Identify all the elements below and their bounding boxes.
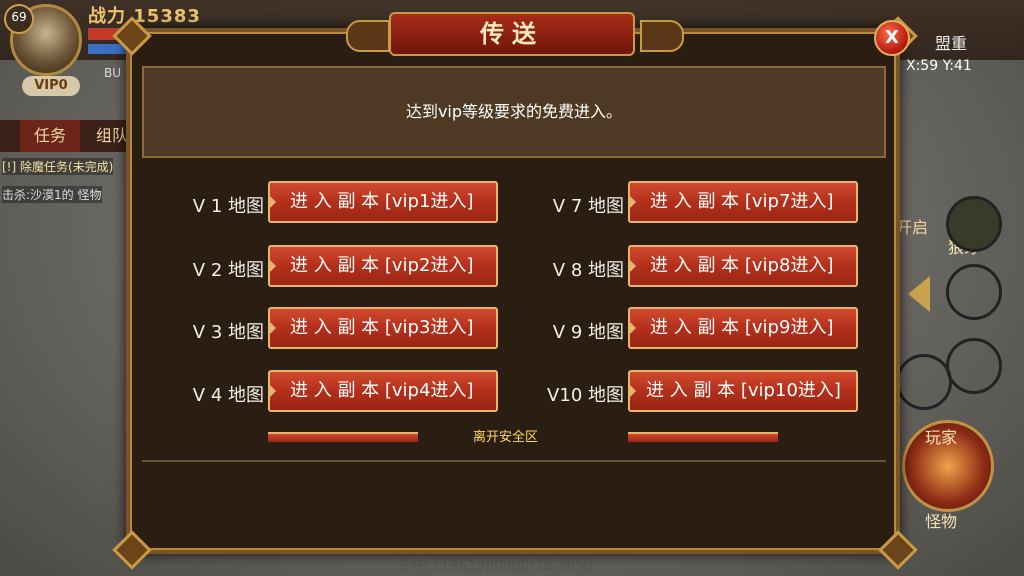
open-button[interactable]: 开启 bbox=[896, 214, 928, 238]
left-arrow-icon[interactable] bbox=[908, 276, 930, 312]
dialog-title: 传送 bbox=[389, 12, 635, 56]
map-label-v2: V 2 地图 bbox=[192, 260, 264, 281]
exp-readout: EXP:11951900000(18.28%) bbox=[400, 558, 594, 574]
chevron-right-icon bbox=[628, 258, 636, 274]
combat-power: 战力 15383 bbox=[88, 6, 201, 27]
enter-dungeon-vip7-button[interactable]: 进 入 副 本 [vip7进入] bbox=[628, 181, 858, 223]
enter-dungeon-vip9-button[interactable]: 进 入 副 本 [vip9进入] bbox=[628, 307, 858, 349]
map-label-v3: V 3 地图 bbox=[192, 322, 264, 343]
target-monster-label[interactable]: 怪物 bbox=[925, 508, 957, 532]
map-name: 盟重 bbox=[935, 34, 968, 53]
chevron-right-icon bbox=[628, 194, 636, 210]
enter-dungeon-vip3-button[interactable]: 进 入 副 本 [vip3进入] bbox=[268, 307, 498, 349]
enter-dungeon-partial-button-right[interactable] bbox=[628, 432, 778, 442]
notice-text: 达到vip等级要求的免费进入。 bbox=[405, 102, 623, 121]
enter-dungeon-vip1-button[interactable]: 进 入 副 本 [vip1进入] bbox=[268, 181, 498, 223]
map-label-v10: V10 地图 bbox=[547, 385, 624, 406]
chevron-right-icon bbox=[268, 194, 276, 210]
chevron-right-icon bbox=[628, 383, 636, 399]
title-ornament-left bbox=[346, 20, 390, 52]
enter-dungeon-vip2-button[interactable]: 进 入 副 本 [vip2进入] bbox=[268, 245, 498, 287]
skill-slot-3[interactable] bbox=[946, 338, 1002, 394]
map-label-v9: V 9 地图 bbox=[552, 322, 624, 343]
map-label-v8: V 8 地图 bbox=[552, 260, 624, 281]
skill-slot-4[interactable] bbox=[896, 354, 952, 410]
enter-dungeon-vip4-button[interactable]: 进 入 副 本 [vip4进入] bbox=[268, 370, 498, 412]
divider bbox=[142, 460, 886, 462]
tab-team[interactable]: 组队 bbox=[96, 120, 128, 152]
vip-badge[interactable]: VIP0 bbox=[22, 76, 80, 96]
leave-safe-zone-link[interactable]: 离开安全区 bbox=[473, 426, 538, 445]
chevron-right-icon bbox=[268, 383, 276, 399]
chevron-right-icon bbox=[268, 320, 276, 336]
chevron-right-icon bbox=[628, 320, 636, 336]
map-label-v4: V 4 地图 bbox=[192, 385, 264, 406]
enter-dungeon-vip8-button[interactable]: 进 入 副 本 [vip8进入] bbox=[628, 245, 858, 287]
coordinates: X:59 Y:41 bbox=[906, 58, 972, 74]
quest-line-1[interactable]: [!] 除魔任务(未完成) bbox=[2, 158, 114, 175]
map-label-v1: V 1 地图 bbox=[192, 196, 264, 217]
skill-slot-2[interactable] bbox=[946, 264, 1002, 320]
map-label-v7: V 7 地图 bbox=[552, 196, 624, 217]
tab-task[interactable]: 任务 bbox=[20, 120, 80, 152]
skill-slot-1[interactable] bbox=[946, 196, 1002, 252]
close-icon[interactable]: X bbox=[874, 20, 910, 56]
notice-box: 达到vip等级要求的免费进入。 bbox=[142, 66, 886, 158]
enter-dungeon-vip10-button[interactable]: 进 入 副 本 [vip10进入] bbox=[628, 370, 858, 412]
level-badge: 69 bbox=[4, 4, 34, 34]
buff-label: BU bbox=[104, 66, 122, 80]
title-ornament-right bbox=[640, 20, 684, 52]
quest-line-2[interactable]: 击杀:沙漠1的 怪物 bbox=[2, 186, 102, 203]
enter-dungeon-partial-button-left[interactable] bbox=[268, 432, 418, 442]
target-player-label[interactable]: 玩家 bbox=[925, 424, 957, 448]
side-tabs: 任务 组队 bbox=[0, 120, 130, 152]
chevron-right-icon bbox=[268, 258, 276, 274]
